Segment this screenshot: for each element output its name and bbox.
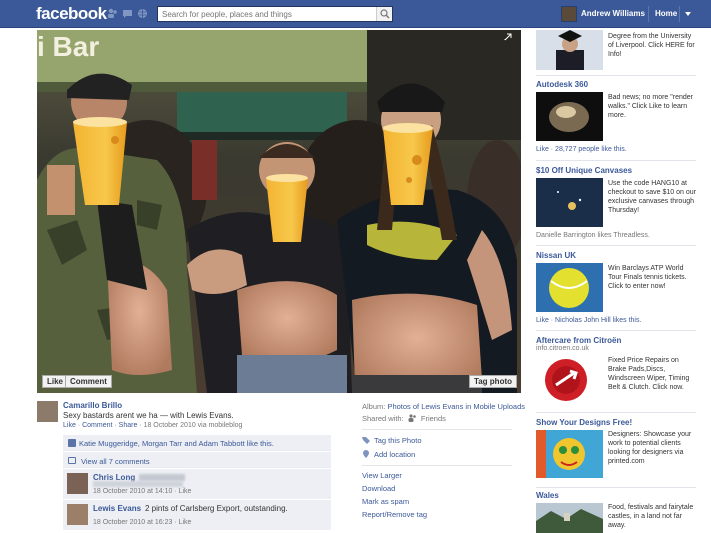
comment-text: 2 pints of Carlsberg Export, outstanding… — [145, 504, 288, 513]
ad-title[interactable]: Nissan UK — [536, 251, 576, 260]
divider — [536, 75, 696, 76]
ad-text: Degree from the University of Liverpool.… — [608, 33, 695, 58]
divider — [536, 487, 696, 488]
ad-image — [536, 92, 603, 141]
photo-image: i Bar — [37, 30, 521, 393]
divider — [362, 465, 512, 466]
post-date: 18 October 2010 via mobileblog — [143, 422, 243, 429]
messages-icon[interactable] — [122, 8, 133, 19]
divider — [536, 160, 696, 161]
shared-value: Friends — [420, 414, 446, 423]
location-pin-icon — [363, 450, 369, 458]
comment-item: Lewis Evans 2 pints of Carlsberg Export,… — [63, 499, 331, 530]
ad-text: Food, festivals and fairytale castles, i… — [608, 504, 694, 529]
ad-social: Danielle Barrington likes Threadless. — [536, 232, 650, 239]
like-link[interactable]: Like — [63, 422, 76, 429]
ad-text: Bad news; no more "render walks." Click … — [608, 94, 693, 119]
view-larger-link[interactable]: View Larger — [362, 471, 402, 480]
post-author[interactable]: Camarillo Brillo — [63, 401, 122, 410]
likers-row: Katie Muggeridge, Morgan Tarr and Adam T… — [63, 435, 331, 451]
ad-text: Designers: Showcase your work to potenti… — [608, 431, 692, 465]
home-link[interactable]: Home — [655, 9, 677, 18]
search-button[interactable] — [376, 7, 392, 21]
album-link[interactable]: Photos of Lewis Evans in Mobile Uploads — [387, 402, 525, 411]
divider — [362, 429, 512, 430]
avatar[interactable] — [67, 473, 88, 494]
avatar[interactable] — [67, 504, 88, 525]
friend-requests-icon[interactable] — [107, 8, 118, 19]
ad-text: Fixed Price Repairs on Brake Pads,Discs,… — [608, 357, 690, 391]
ad-social: Like · Nicholas John Hill likes this. — [536, 317, 642, 324]
ad-image — [536, 357, 603, 404]
ad-image — [536, 430, 603, 478]
top-bar: facebook Andrew Williams Home — [0, 0, 711, 28]
ad-text: Use the code HANG10 at checkout to save … — [608, 180, 696, 214]
ad-social: Like · 28,727 people like this. — [536, 146, 627, 153]
ad-unit[interactable]: $10 Off Unique Canvases Use the code HAN… — [536, 166, 696, 241]
blurred-text — [93, 481, 183, 487]
search-icon — [380, 9, 390, 19]
comment-meta: 18 October 2010 at 16:23 · Like — [93, 519, 192, 526]
notifications-icon[interactable] — [137, 8, 148, 19]
likers-text[interactable]: Katie Muggeridge, Morgan Tarr and Adam T… — [79, 439, 274, 448]
report-remove-tag-link[interactable]: Report/Remove tag — [362, 510, 427, 519]
photo-comment-button[interactable]: Comment — [65, 375, 112, 388]
feedback-box: Katie Muggeridge, Morgan Tarr and Adam T… — [63, 435, 331, 530]
user-name: Andrew Williams — [581, 9, 645, 18]
search-box[interactable] — [157, 6, 393, 22]
comment-author[interactable]: Lewis Evans — [93, 504, 141, 513]
comment-item: Chris Long 18 October 2010 at 14:10 · Li… — [63, 468, 331, 499]
ad-title[interactable]: Aftercare from Citroën — [536, 336, 621, 345]
thumbs-up-icon — [68, 439, 76, 447]
post-caption: Sexy bastards arent we ha — with Lewis E… — [63, 411, 234, 420]
view-all-comments-link[interactable]: View all 7 comments — [81, 457, 150, 466]
divider — [536, 412, 696, 413]
avatar[interactable] — [37, 401, 58, 422]
post-meta: Like · Comment · Share · 18 October 2010… — [63, 422, 243, 429]
tag-photo-button[interactable]: Tag photo — [468, 375, 517, 388]
album-label: Album: — [362, 402, 386, 411]
comment-bubble-icon — [68, 457, 76, 464]
ad-image — [536, 178, 603, 227]
ad-unit[interactable]: Show Your Designs Free! Designers: Showc… — [536, 418, 696, 486]
ad-title[interactable]: Show Your Designs Free! — [536, 418, 632, 427]
search-input[interactable] — [158, 7, 368, 21]
avatar — [561, 6, 577, 22]
add-location-link[interactable]: Add location — [362, 450, 415, 459]
share-link[interactable]: Share — [119, 422, 138, 429]
mark-as-spam-link[interactable]: Mark as spam — [362, 497, 409, 506]
ad-image — [536, 263, 603, 312]
ad-title[interactable]: Autodesk 360 — [536, 80, 588, 89]
divider — [648, 6, 649, 22]
comment-link[interactable]: Comment — [82, 422, 112, 429]
shared-label: Shared with: — [362, 414, 404, 423]
account-menu-chevron-icon[interactable] — [685, 12, 691, 16]
divider — [679, 6, 680, 22]
download-link[interactable]: Download — [362, 484, 395, 493]
divider — [536, 245, 696, 246]
tag-icon — [362, 437, 370, 444]
bar-sign-text: i Bar — [37, 31, 99, 62]
ad-text: Win Barclays ATP World Tour Finals tenni… — [608, 265, 687, 290]
divider — [536, 330, 696, 331]
ad-url: info.citroen.co.uk — [536, 345, 589, 352]
ad-unit[interactable]: Degree from the University of Liverpool.… — [536, 30, 696, 72]
shared-with: Shared with: Friends — [362, 414, 446, 423]
ad-title[interactable]: $10 Off Unique Canvases — [536, 166, 632, 175]
ad-image — [536, 503, 603, 533]
ad-title[interactable]: Wales — [536, 491, 559, 500]
facebook-logo[interactable]: facebook — [36, 4, 107, 24]
view-comments-row[interactable]: View all 7 comments — [63, 451, 331, 468]
friends-icon — [408, 414, 416, 422]
comment-meta: 18 October 2010 at 14:10 · Like — [93, 488, 192, 495]
photo-viewer[interactable]: i Bar Like Comment Tag photo — [37, 30, 521, 393]
ad-unit[interactable]: Wales Food, festivals and fairytale cast… — [536, 491, 696, 533]
ad-unit[interactable]: Nissan UK Win Barclays ATP World Tour Fi… — [536, 251, 696, 326]
ad-unit[interactable]: Aftercare from Citroën info.citroen.co.u… — [536, 336, 696, 408]
album-info: Album: Photos of Lewis Evans in Mobile U… — [362, 402, 525, 411]
ad-image — [536, 30, 603, 70]
tag-this-photo-link[interactable]: Tag this Photo — [362, 436, 422, 445]
ad-unit[interactable]: Autodesk 360 Bad news; no more "render w… — [536, 80, 696, 155]
